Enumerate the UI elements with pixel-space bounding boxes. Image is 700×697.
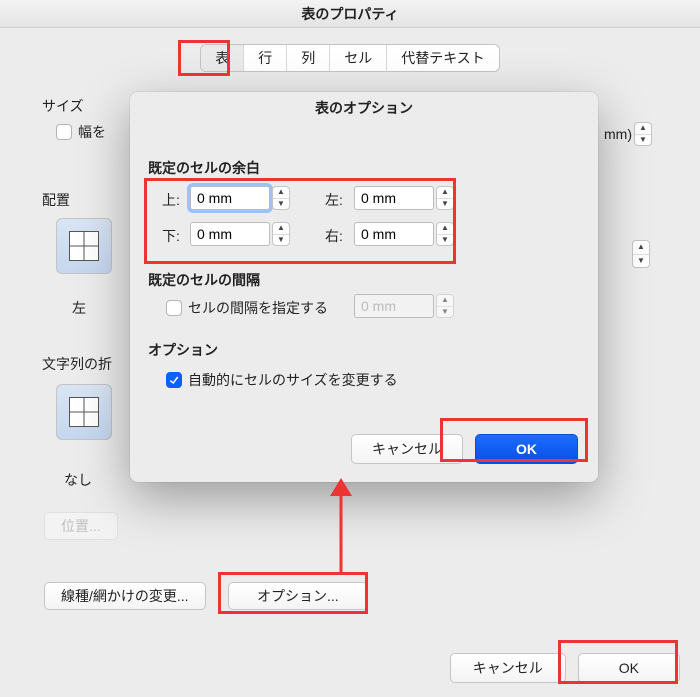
tab-column[interactable]: 列	[287, 45, 330, 71]
modal-button-bar: キャンセル OK	[351, 434, 578, 464]
margin-left-stepper[interactable]: ▲▼	[436, 186, 454, 210]
auto-resize-checkbox[interactable]	[166, 372, 182, 388]
margin-bottom-field[interactable]: ▲▼	[190, 222, 290, 246]
section-size-label: サイズ	[42, 96, 84, 116]
section-textwrap-label: 文字列の折	[42, 354, 112, 374]
use-cell-spacing-row: セルの間隔を指定する	[166, 298, 328, 318]
specify-width-checkbox[interactable]	[56, 124, 72, 140]
main-dialog-button-bar: キャンセル OK	[0, 639, 700, 697]
specify-width-checkbox-row: 幅を	[56, 122, 106, 142]
margin-left-field[interactable]: ▲▼	[354, 186, 454, 210]
borders-shading-button[interactable]: 線種/網かけの変更...	[44, 582, 206, 610]
default-margins-label: 既定のセルの余白	[148, 158, 260, 178]
modal-title: 表のオプション	[130, 92, 598, 124]
cell-spacing-input	[354, 294, 434, 318]
tab-cell[interactable]: セル	[330, 45, 387, 71]
margin-right-label: 右:	[325, 226, 343, 246]
margin-top-stepper[interactable]: ▲▼	[272, 186, 290, 210]
margin-right-field[interactable]: ▲▼	[354, 222, 454, 246]
textwrap-none-label: なし	[64, 470, 92, 490]
size-unit-stepper[interactable]: ▲▼	[634, 122, 652, 146]
table-options-dialog: 表のオプション 既定のセルの余白 上: ▲▼ 下: ▲▼ 左: ▲▼ 右: ▲▼…	[130, 92, 598, 482]
margin-top-field[interactable]: ▲▼	[190, 186, 290, 210]
margin-bottom-input[interactable]	[190, 222, 270, 246]
auto-resize-label: 自動的にセルのサイズを変更する	[188, 370, 398, 390]
auto-resize-row: 自動的にセルのサイズを変更する	[166, 370, 398, 390]
margin-bottom-label: 下:	[162, 226, 180, 246]
margin-top-input[interactable]	[190, 186, 270, 210]
size-unit-dropdown[interactable]: mm) ▲▼	[604, 122, 652, 146]
use-cell-spacing-checkbox[interactable]	[166, 300, 182, 316]
options-button[interactable]: オプション...	[228, 582, 368, 610]
section-align-label: 配置	[42, 190, 70, 210]
main-cancel-button[interactable]: キャンセル	[450, 653, 566, 683]
cell-spacing-field: ▲▼	[354, 294, 454, 318]
cell-spacing-stepper: ▲▼	[436, 294, 454, 318]
align-choice-button[interactable]	[56, 218, 112, 274]
arrow-icon	[326, 478, 356, 576]
tabs-segmented-control: 表 行 列 セル 代替テキスト	[0, 44, 700, 78]
textwrap-choice-button[interactable]	[56, 384, 112, 440]
main-ok-button[interactable]: OK	[578, 653, 680, 683]
align-left-label: 左	[72, 298, 86, 318]
modal-options-label: オプション	[148, 340, 218, 360]
margin-bottom-stepper[interactable]: ▲▼	[272, 222, 290, 246]
specify-width-label: 幅を	[78, 122, 106, 142]
table-properties-window: 表のプロパティ 表 行 列 セル 代替テキスト サイズ 幅を mm) ▲▼ 配置…	[0, 0, 700, 697]
margin-right-input[interactable]	[354, 222, 434, 246]
default-spacing-label: 既定のセルの間隔	[148, 270, 260, 290]
tab-table[interactable]: 表	[201, 45, 244, 71]
position-button: 位置...	[44, 512, 118, 540]
tab-row[interactable]: 行	[244, 45, 287, 71]
window-title: 表のプロパティ	[0, 0, 700, 28]
align-offset-stepper[interactable]: ▲▼	[630, 240, 650, 268]
use-cell-spacing-label: セルの間隔を指定する	[188, 298, 328, 318]
size-unit-text: mm)	[604, 126, 632, 142]
margin-left-input[interactable]	[354, 186, 434, 210]
modal-cancel-button[interactable]: キャンセル	[351, 434, 463, 464]
modal-ok-button[interactable]: OK	[475, 434, 578, 464]
tab-alttext[interactable]: 代替テキスト	[387, 45, 499, 71]
margin-top-label: 上:	[162, 190, 180, 210]
margin-right-stepper[interactable]: ▲▼	[436, 222, 454, 246]
margin-left-label: 左:	[325, 190, 343, 210]
